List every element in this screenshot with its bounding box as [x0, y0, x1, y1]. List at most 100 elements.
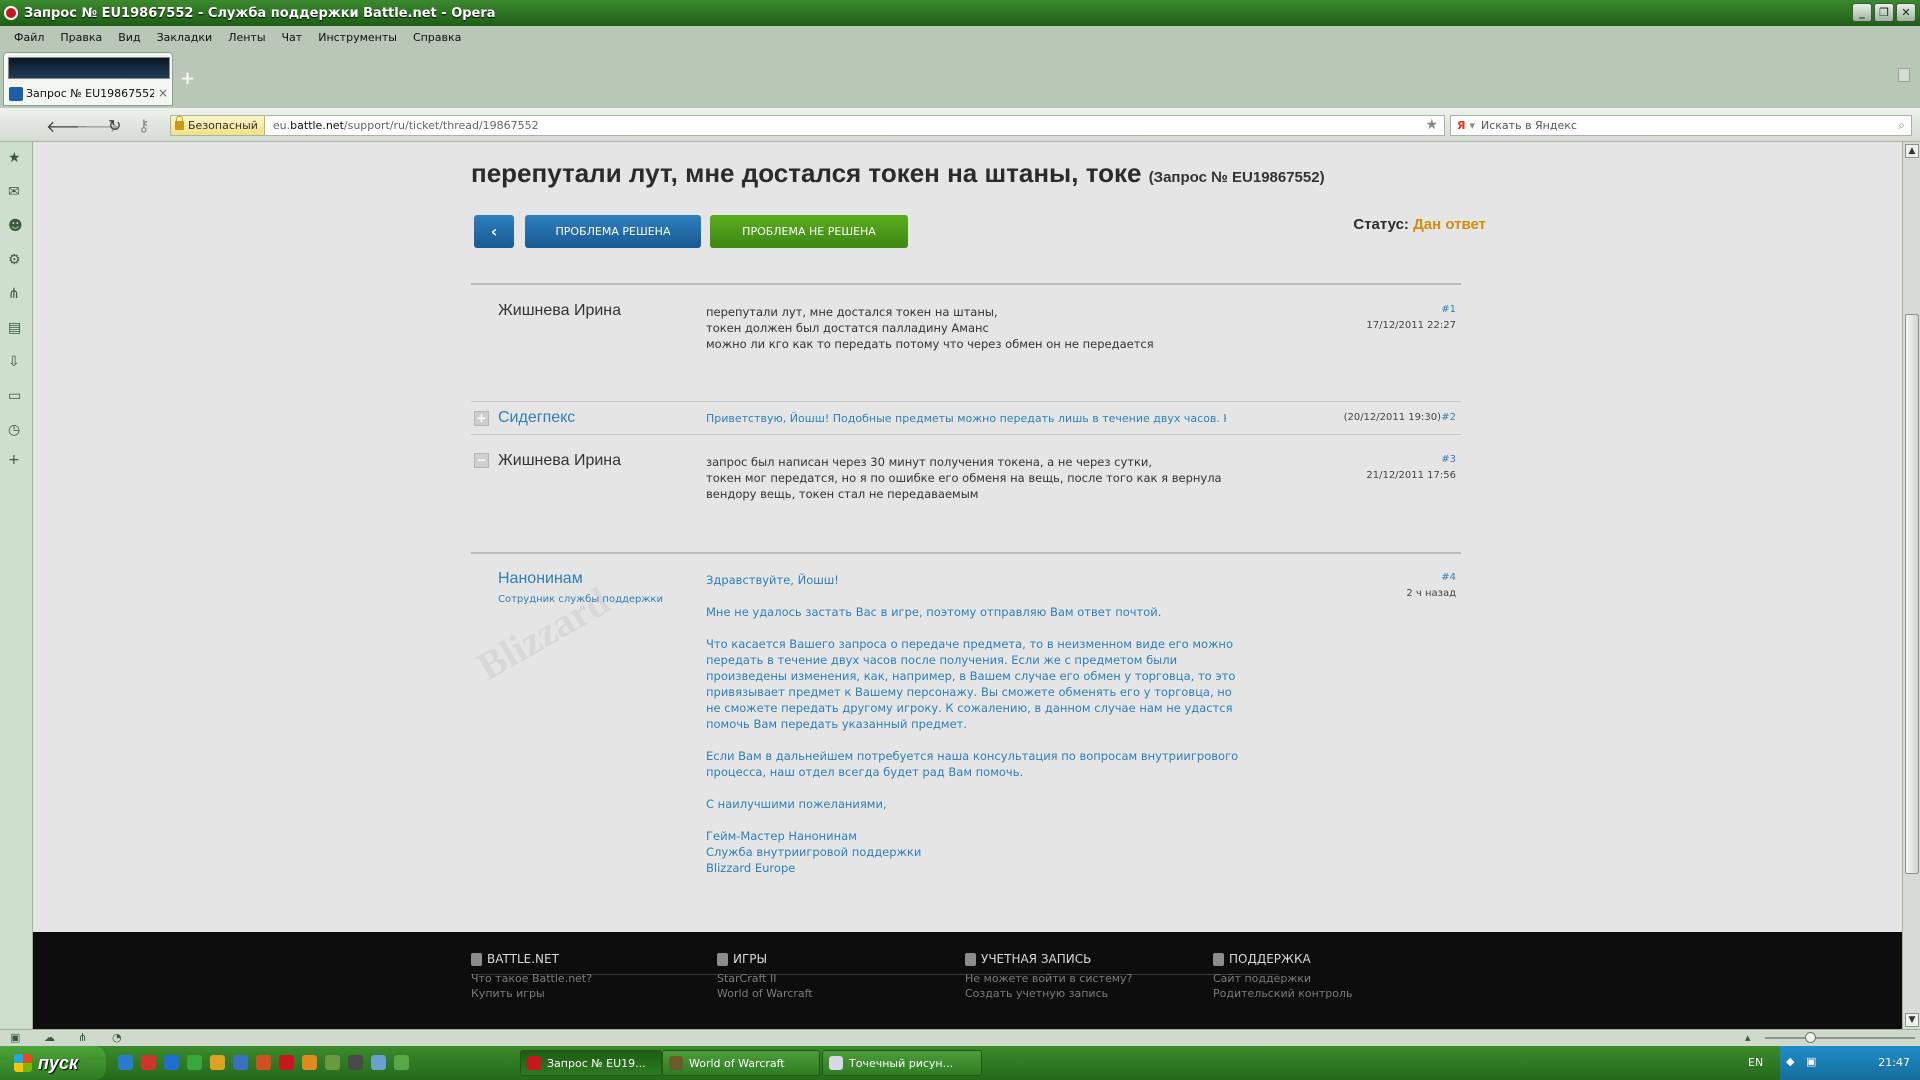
post-preview[interactable]: Приветствую, Йошш! Подобные предметы мож… — [706, 412, 1226, 425]
restore-button[interactable]: ❐ — [1874, 3, 1894, 22]
menu-view[interactable]: Вид — [110, 31, 148, 44]
menu-feeds[interactable]: Ленты — [220, 31, 273, 44]
footer-link[interactable]: World of Warcraft — [717, 987, 813, 1000]
footer-link[interactable]: Родительский контроль — [1213, 987, 1353, 1000]
post-number-link[interactable]: #3 — [1441, 454, 1456, 465]
task-opera[interactable]: Запрос № EU19... — [520, 1050, 662, 1076]
problem-not-solved-button[interactable]: ПРОБЛЕМА НЕ РЕШЕНА — [710, 215, 908, 248]
menu-tools[interactable]: Инструменты — [310, 31, 405, 44]
new-tab-button[interactable]: + — [180, 68, 195, 89]
post-date: (20/12/2011 19:30) — [1343, 412, 1441, 423]
status-label: Статус: — [1353, 216, 1409, 233]
start-button[interactable]: пуск — [0, 1046, 106, 1080]
zoom-up-icon[interactable]: ▴ — [1745, 1031, 1751, 1044]
tab-close-icon[interactable]: × — [158, 86, 168, 100]
mail-icon[interactable]: ✉ — [8, 184, 20, 200]
menu-chat[interactable]: Чат — [274, 31, 311, 44]
app-icon[interactable] — [348, 1055, 363, 1070]
menu-help[interactable]: Справка — [405, 31, 469, 44]
site-footer: BATTLE.NET Что такое Battle.net? Купить … — [33, 932, 1902, 1029]
history-icon[interactable]: ◷ — [8, 422, 20, 438]
post-number-link[interactable]: #1 — [1441, 304, 1456, 315]
scroll-down-icon[interactable]: ▼ — [1905, 1013, 1919, 1027]
unite-icon[interactable]: ⋔ — [8, 286, 20, 302]
wow-icon — [669, 1056, 683, 1070]
ticket-title: перепутали лут, мне достался токен на шт… — [471, 158, 1325, 188]
page-scrollbar[interactable]: ▲ ▼ — [1902, 142, 1920, 1029]
collapse-post-icon[interactable]: − — [474, 453, 489, 468]
task-wow[interactable]: World of Warcraft — [662, 1050, 820, 1076]
ie-icon[interactable] — [118, 1055, 133, 1070]
reload-icon[interactable]: ↻ — [108, 116, 121, 135]
minimize-button[interactable]: _ — [1852, 3, 1872, 22]
app-icon[interactable] — [210, 1055, 225, 1070]
windows-logo-icon — [14, 1054, 32, 1072]
opera-icon[interactable] — [279, 1055, 294, 1070]
post-date: 17/12/2011 22:27 — [1366, 320, 1456, 331]
lock-icon — [175, 116, 184, 130]
bookmark-star-icon[interactable]: ★ — [1425, 117, 1438, 133]
trash-icon[interactable] — [1898, 68, 1910, 82]
scroll-up-icon[interactable]: ▲ — [1905, 144, 1919, 158]
staff-role: Сотрудник службы поддержки — [498, 594, 663, 605]
downloads-icon[interactable]: ⇩ — [8, 354, 20, 370]
zoom-slider[interactable] — [1765, 1032, 1915, 1043]
search-box[interactable]: Я ▾ Искать в Яндекс ⌕ — [1450, 115, 1912, 136]
yandex-icon[interactable]: Я — [1457, 119, 1465, 132]
support-gear-icon — [1213, 952, 1224, 966]
chat-icon[interactable]: ▭ — [8, 388, 21, 404]
network-icon[interactable]: ◆ — [1786, 1055, 1794, 1068]
scroll-thumb[interactable] — [1905, 314, 1919, 874]
unite-status-icon[interactable]: ⋔ — [78, 1031, 87, 1044]
task-paint[interactable]: Точечный рисун... — [822, 1050, 982, 1076]
zoom-knob[interactable] — [1805, 1032, 1816, 1043]
post-number-link[interactable]: #4 — [1441, 572, 1456, 583]
problem-solved-button[interactable]: ПРОБЛЕМА РЕШЕНА — [525, 215, 701, 248]
app-icon[interactable] — [394, 1055, 409, 1070]
app-icon[interactable] — [325, 1055, 340, 1070]
menu-edit[interactable]: Правка — [52, 31, 110, 44]
expand-post-icon[interactable]: + — [474, 411, 489, 426]
app-icon[interactable] — [187, 1055, 202, 1070]
key-icon[interactable]: ⚷ — [138, 116, 150, 135]
post-author[interactable]: Нанонинам — [498, 570, 583, 588]
menu-bar: Файл Правка Вид Закладки Ленты Чат Инстр… — [0, 26, 1920, 48]
back-to-tickets-button[interactable]: ‹ — [474, 215, 514, 248]
firefox-icon[interactable] — [256, 1055, 271, 1070]
search-engine-dropdown-icon[interactable]: ▾ — [1469, 119, 1475, 132]
footer-link[interactable]: Что такое Battle.net? — [471, 972, 592, 985]
address-bar[interactable]: Безопасный eu.battle.net/support/ru/tick… — [170, 115, 1445, 136]
search-icon[interactable]: ⌕ — [1898, 118, 1905, 133]
menu-file[interactable]: Файл — [6, 31, 52, 44]
app-icon[interactable] — [164, 1055, 179, 1070]
panel-toggle-icon[interactable]: ▣ — [10, 1031, 20, 1044]
settings-gear-icon[interactable]: ⚙ — [8, 252, 21, 268]
app-icon[interactable] — [141, 1055, 156, 1070]
notes-icon[interactable]: ▤ — [8, 320, 21, 336]
footer-link[interactable]: Не можете войти в систему? — [965, 972, 1132, 985]
post-number-link[interactable]: #2 — [1441, 412, 1456, 423]
app-icon[interactable] — [233, 1055, 248, 1070]
add-panel-icon[interactable]: + — [8, 452, 20, 468]
browser-statusbar: ▣ ☁ ⋔ ◔ ▴ — [0, 1029, 1920, 1046]
post-date: 21/12/2011 17:56 — [1366, 470, 1456, 481]
language-indicator[interactable]: EN — [1748, 1056, 1763, 1069]
volume-icon[interactable]: ▣ — [1806, 1055, 1816, 1068]
close-window-button[interactable]: ✕ — [1896, 3, 1916, 22]
rss-icon[interactable] — [302, 1055, 317, 1070]
speed-dial-icon[interactable]: ◔ — [112, 1031, 122, 1044]
footer-link[interactable]: Купить игры — [471, 987, 592, 1000]
url-text[interactable]: eu.battle.net/support/ru/ticket/thread/1… — [265, 119, 539, 132]
footer-link[interactable]: Сайт поддержки — [1213, 972, 1353, 985]
turbo-icon[interactable]: ☁ — [44, 1031, 55, 1044]
paint-icon — [829, 1056, 843, 1070]
tab-ticket[interactable]: Запрос № EU19867552... × — [3, 52, 173, 106]
security-badge[interactable]: Безопасный — [171, 116, 265, 135]
bookmarks-star-icon[interactable]: ★ — [8, 150, 21, 166]
app-icon[interactable] — [371, 1055, 386, 1070]
post-author[interactable]: Сидегпекс — [498, 409, 575, 427]
menu-bookmarks[interactable]: Закладки — [149, 31, 221, 44]
footer-link[interactable]: Создать учетную запись — [965, 987, 1132, 1000]
contacts-icon[interactable]: ☻ — [8, 218, 23, 234]
footer-link[interactable]: StarCraft II — [717, 972, 813, 985]
